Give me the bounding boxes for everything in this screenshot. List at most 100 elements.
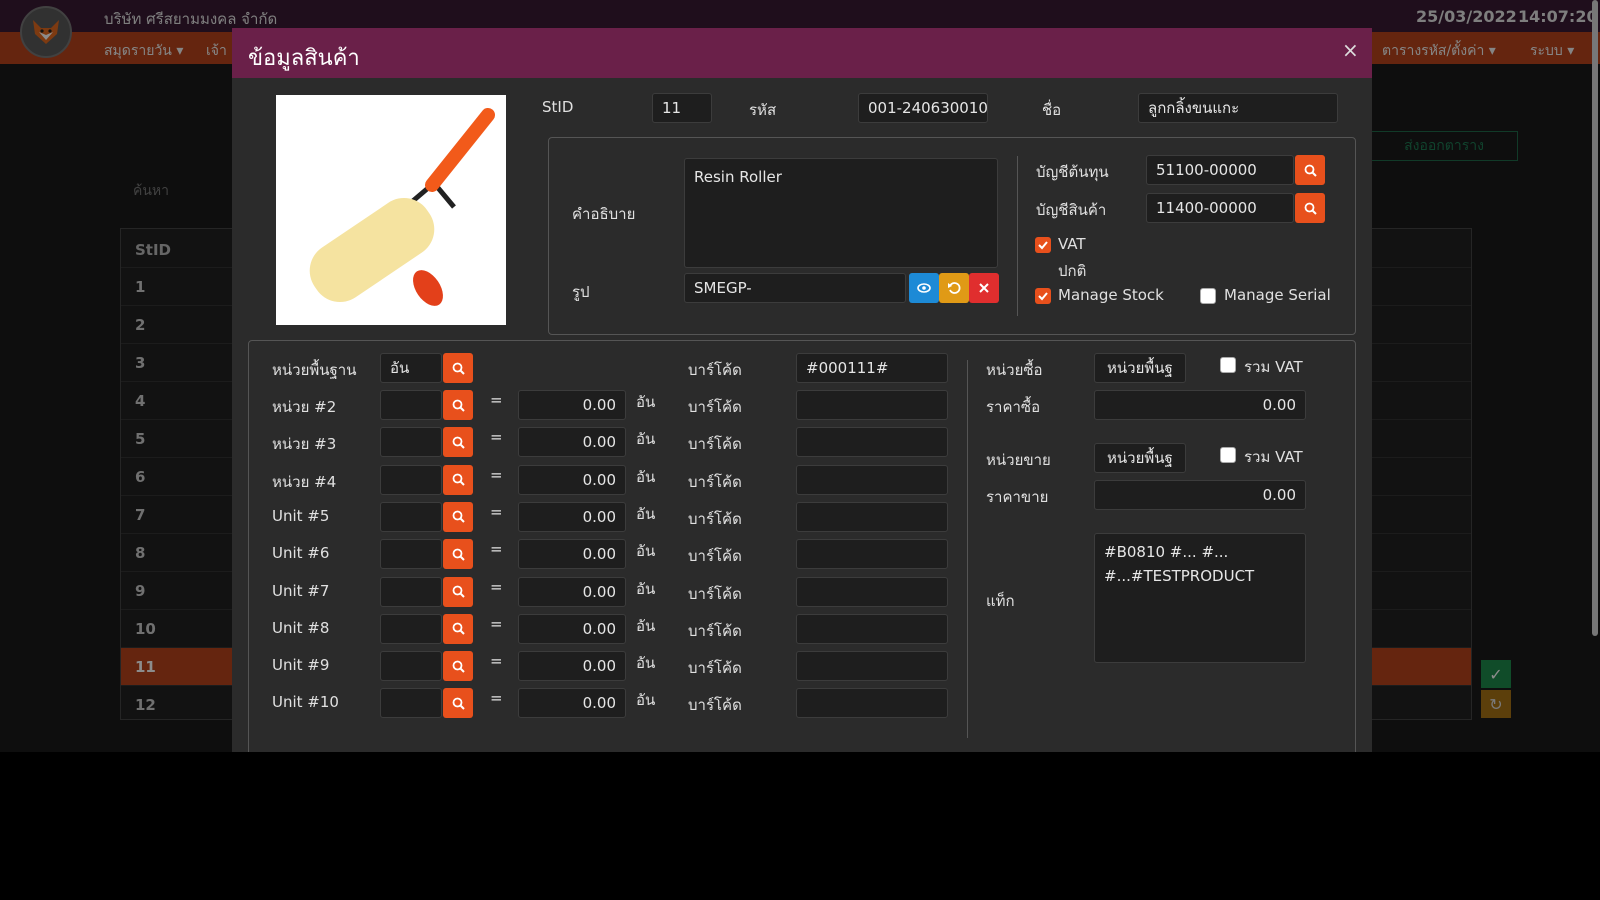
close-x-icon (979, 283, 989, 293)
unit-barcode-field[interactable] (796, 651, 948, 682)
cost-account-search-button[interactable] (1295, 155, 1325, 185)
unit-search-button[interactable] (443, 390, 473, 420)
unit-name-field[interactable] (380, 501, 442, 532)
base-unit-suffix: อัน (636, 579, 656, 598)
name-field[interactable]: ลูกกลิ้งขนแกะ (1138, 93, 1338, 123)
description-field[interactable]: Resin Roller (684, 158, 998, 268)
delete-image-button[interactable] (969, 273, 999, 303)
equals-sign: = (490, 614, 503, 633)
unit-ratio-field[interactable]: 0.00 (518, 501, 626, 532)
view-image-button[interactable] (909, 273, 939, 303)
unit-search-button[interactable] (443, 576, 473, 607)
sell-unit-select[interactable]: หน่วยพื้นฐ (1094, 443, 1186, 473)
equals-sign: = (490, 391, 503, 409)
base-unit-suffix: อัน (636, 467, 656, 486)
unit-search-button[interactable] (443, 539, 473, 570)
vat-type-label: ปกติ (1058, 262, 1087, 280)
stid-field[interactable]: 11 (652, 93, 712, 123)
buy-unit-label: หน่วยซื้อ (986, 361, 1043, 379)
sell-unit-label: หน่วยขาย (986, 451, 1051, 469)
unit-barcode-field[interactable] (796, 501, 948, 532)
unit-search-button[interactable] (443, 651, 473, 682)
buy-incl-vat-checkbox[interactable] (1220, 357, 1236, 373)
unit-name-field[interactable] (380, 390, 442, 420)
equals-sign: = (490, 577, 503, 596)
unit-name-field[interactable] (380, 539, 442, 570)
reset-image-button[interactable] (939, 273, 969, 303)
image-label: รูป (572, 283, 590, 301)
buy-unit-select[interactable]: หน่วยพื้นฐ (1094, 353, 1186, 383)
unit-ratio-field[interactable]: 0.00 (518, 651, 626, 682)
stid-label: StID (542, 98, 574, 116)
unit-barcode-field[interactable] (796, 427, 948, 458)
tag-field[interactable]: #B0810 #... #... #...#TESTPRODUCT (1094, 533, 1306, 663)
unit-label: หน่วย #3 (272, 435, 337, 454)
barcode-label: บาร์โค้ด (688, 621, 742, 640)
page-scrollbar[interactable] (1592, 0, 1598, 636)
unit-name-field[interactable] (380, 688, 442, 719)
search-icon (452, 362, 465, 375)
unit-search-button[interactable] (443, 613, 473, 644)
unit-label: หน่วย #2 (272, 398, 337, 416)
sell-incl-vat-checkbox[interactable] (1220, 447, 1236, 463)
product-image (276, 95, 506, 325)
unit-ratio-field[interactable]: 0.00 (518, 688, 626, 719)
unit-ratio-field[interactable]: 0.00 (518, 464, 626, 495)
equals-sign: = (490, 502, 503, 521)
unit-ratio-field[interactable]: 0.00 (518, 390, 626, 420)
buy-incl-vat-label: รวม VAT (1244, 358, 1303, 376)
app-background: บริษัท ศรีสยามมงคล จำกัด 25/03/2022 14:0… (0, 0, 1600, 752)
unit-search-button[interactable] (443, 688, 473, 719)
barcode-label: บาร์โค้ด (688, 398, 742, 416)
product-account-field[interactable]: 11400-00000 (1146, 193, 1294, 223)
unit-label: Unit #10 (272, 693, 339, 712)
unit-name-field[interactable] (380, 651, 442, 682)
code-field[interactable]: 001-240630010 (858, 93, 988, 123)
manage-serial-checkbox[interactable] (1200, 288, 1216, 304)
unit-barcode-field[interactable] (796, 613, 948, 644)
search-icon (452, 697, 465, 710)
search-icon (452, 399, 465, 412)
unit-barcode-field[interactable] (796, 390, 948, 420)
detail-divider (1017, 156, 1018, 316)
base-unit-search-button[interactable] (443, 353, 473, 383)
buy-price-field[interactable]: 0.00 (1094, 390, 1306, 420)
unit-ratio-field[interactable]: 0.00 (518, 427, 626, 458)
unit-name-field[interactable] (380, 464, 442, 495)
equals-sign: = (490, 428, 503, 447)
paint-roller-icon (309, 108, 495, 306)
barcode-label: บาร์โค้ด (688, 509, 742, 528)
unit-search-button[interactable] (443, 464, 473, 495)
manage-stock-checkbox[interactable] (1035, 288, 1051, 304)
base-unit-suffix: อัน (636, 542, 656, 561)
vat-checkbox[interactable] (1035, 237, 1051, 253)
unit-barcode-field[interactable] (796, 464, 948, 495)
unit-ratio-field[interactable]: 0.00 (518, 613, 626, 644)
units-divider (967, 360, 968, 738)
base-barcode-field[interactable]: #000111# (796, 353, 948, 383)
unit-barcode-field[interactable] (796, 539, 948, 570)
base-unit-suffix: อัน (636, 691, 656, 710)
product-account-search-button[interactable] (1295, 193, 1325, 223)
modal-title: ข้อมูลสินค้า (248, 46, 360, 71)
unit-name-field[interactable] (380, 576, 442, 607)
search-icon (1304, 202, 1317, 215)
unit-ratio-field[interactable]: 0.00 (518, 576, 626, 607)
unit-barcode-field[interactable] (796, 576, 948, 607)
unit-search-button[interactable] (443, 501, 473, 532)
cost-account-field[interactable]: 51100-00000 (1146, 155, 1294, 185)
tag-label: แท็ก (986, 592, 1015, 610)
unit-ratio-field[interactable]: 0.00 (518, 539, 626, 570)
buy-price-label: ราคาซื้อ (986, 398, 1041, 416)
unit-barcode-field[interactable] (796, 688, 948, 719)
close-icon[interactable]: × (1342, 38, 1359, 62)
image-field[interactable]: SMEGP- (684, 273, 906, 303)
barcode-label: บาร์โค้ด (688, 584, 742, 603)
equals-sign: = (490, 689, 503, 708)
unit-name-field[interactable] (380, 613, 442, 644)
sell-price-field[interactable]: 0.00 (1094, 480, 1306, 510)
unit-search-button[interactable] (443, 427, 473, 458)
unit-name-field[interactable] (380, 427, 442, 458)
search-icon (452, 436, 465, 449)
base-unit-field[interactable]: อัน (380, 353, 442, 383)
